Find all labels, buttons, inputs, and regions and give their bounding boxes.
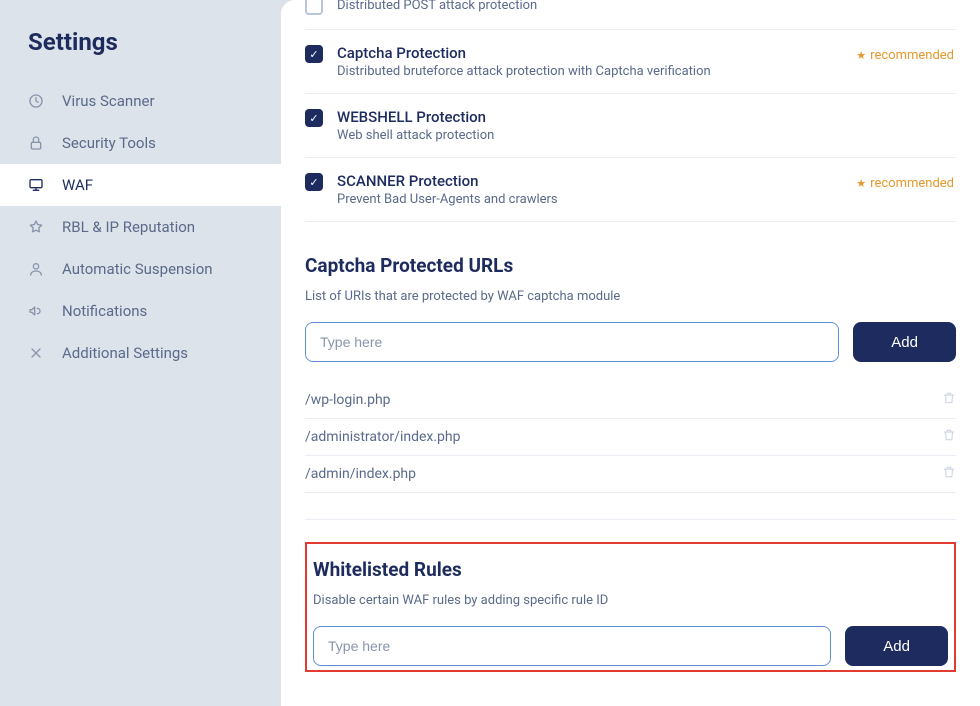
sidebar: Settings Virus Scanner Security Tools WAF R… bbox=[0, 0, 281, 706]
megaphone-icon bbox=[28, 303, 44, 319]
protection-checkbox[interactable]: ✓ bbox=[305, 173, 323, 191]
main-panel: RBL ProtectionDistributed POST attack pr… bbox=[281, 0, 980, 706]
captcha-section-desc: List of URIs that are protected by WAF c… bbox=[305, 289, 956, 304]
monitor-icon bbox=[28, 177, 44, 193]
whitelist-section-title: Whitelisted Rules bbox=[313, 558, 948, 581]
page-title: Settings bbox=[0, 0, 281, 80]
sidebar-item-label: RBL & IP Reputation bbox=[62, 218, 195, 236]
url-text: /administrator/index.php bbox=[305, 429, 460, 445]
url-text: /admin/index.php bbox=[305, 466, 416, 482]
protection-row: RBL ProtectionDistributed POST attack pr… bbox=[305, 0, 956, 30]
protection-checkbox[interactable] bbox=[305, 0, 323, 15]
star-icon bbox=[28, 219, 44, 235]
sidebar-item-label: Additional Settings bbox=[62, 344, 188, 362]
recommended-badge: ★recommended bbox=[856, 176, 954, 191]
star-icon: ★ bbox=[856, 177, 866, 190]
sidebar-item-waf[interactable]: WAF bbox=[0, 164, 281, 206]
clock-icon bbox=[28, 93, 44, 109]
protection-desc: Web shell attack protection bbox=[337, 128, 956, 143]
protection-row: ✓SCANNER ProtectionPrevent Bad User-Agen… bbox=[305, 158, 956, 222]
protection-row: ✓ WEBSHELL Protection Web shell attack pro… bbox=[305, 94, 956, 158]
url-list-item: /admin/index.php bbox=[305, 456, 956, 493]
whitelist-section-desc: Disable certain WAF rules by adding spec… bbox=[313, 593, 948, 608]
protection-title: WEBSHELL Protection bbox=[337, 108, 956, 126]
captcha-url-input[interactable] bbox=[305, 322, 839, 362]
sidebar-item-additional-settings[interactable]: Additional Settings bbox=[0, 332, 281, 374]
trash-icon[interactable] bbox=[942, 428, 956, 446]
captcha-section-title: Captcha Protected URLs bbox=[305, 254, 956, 277]
protection-row: ✓Captcha ProtectionDistributed bruteforc… bbox=[305, 30, 956, 94]
add-whitelist-rule-button[interactable]: Add bbox=[845, 626, 948, 666]
recommended-badge: ★recommended bbox=[856, 48, 954, 63]
sidebar-item-virus-scanner[interactable]: Virus Scanner bbox=[0, 80, 281, 122]
whitelist-highlight: Whitelisted Rules Disable certain WAF ru… bbox=[305, 542, 956, 672]
url-list-item: /wp-login.php bbox=[305, 382, 956, 419]
sidebar-item-security-tools[interactable]: Security Tools bbox=[0, 122, 281, 164]
user-icon bbox=[28, 261, 44, 277]
url-list-item: /administrator/index.php bbox=[305, 419, 956, 456]
url-text: /wp-login.php bbox=[305, 392, 391, 408]
sidebar-item-label: Security Tools bbox=[62, 134, 156, 152]
whitelist-rule-input[interactable] bbox=[313, 626, 831, 666]
star-icon: ★ bbox=[856, 49, 866, 62]
protection-checkbox[interactable]: ✓ bbox=[305, 109, 323, 127]
sidebar-item-automatic-suspension[interactable]: Automatic Suspension bbox=[0, 248, 281, 290]
sidebar-item-label: WAF bbox=[62, 176, 93, 194]
add-captcha-url-button[interactable]: Add bbox=[853, 322, 956, 362]
sidebar-item-rbl-ip-reputation[interactable]: RBL & IP Reputation bbox=[0, 206, 281, 248]
tools-icon bbox=[28, 345, 44, 361]
sidebar-item-label: Notifications bbox=[62, 302, 147, 320]
protection-desc: Distributed POST attack protection bbox=[337, 0, 956, 13]
lock-icon bbox=[28, 135, 44, 151]
trash-icon[interactable] bbox=[942, 391, 956, 409]
protection-desc: Distributed bruteforce attack protection… bbox=[337, 64, 956, 79]
protection-desc: Prevent Bad User-Agents and crawlers bbox=[337, 192, 956, 207]
section-divider bbox=[305, 519, 956, 520]
sidebar-item-notifications[interactable]: Notifications bbox=[0, 290, 281, 332]
sidebar-item-label: Automatic Suspension bbox=[62, 260, 213, 278]
protection-checkbox[interactable]: ✓ bbox=[305, 45, 323, 63]
sidebar-item-label: Virus Scanner bbox=[62, 92, 155, 110]
trash-icon[interactable] bbox=[942, 465, 956, 483]
